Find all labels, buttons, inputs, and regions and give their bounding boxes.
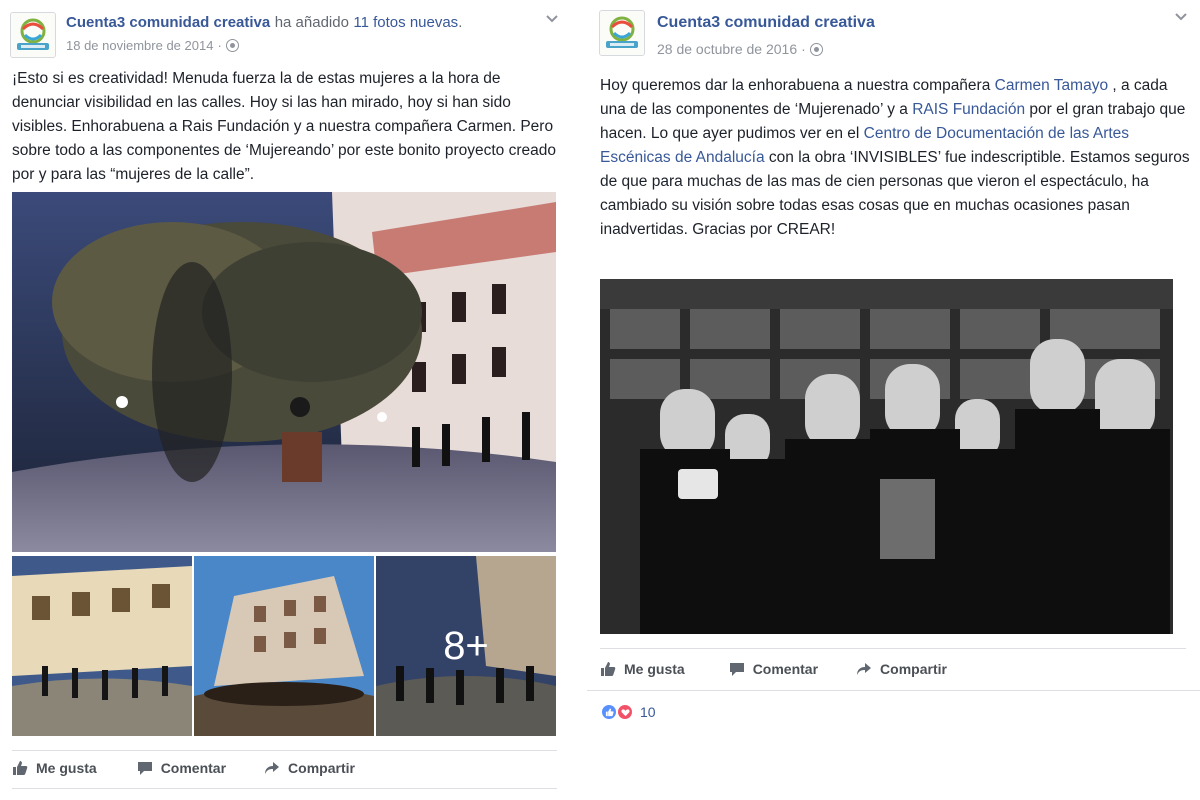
like-button[interactable]: Me gusta bbox=[12, 760, 97, 776]
post-date[interactable]: 18 de noviembre de 2014 bbox=[66, 38, 213, 53]
action-end: . bbox=[458, 14, 463, 31]
avatar[interactable] bbox=[10, 12, 56, 58]
post-date[interactable]: 28 de octubre de 2016 bbox=[657, 41, 797, 57]
action-bar: Me gusta Comentar Compartir bbox=[12, 758, 355, 778]
comment-button[interactable]: Comentar bbox=[137, 760, 226, 776]
meta-separator: · bbox=[217, 38, 222, 53]
chevron-down-icon[interactable] bbox=[545, 14, 559, 24]
comment-icon bbox=[137, 762, 152, 775]
like-button[interactable]: Me gusta bbox=[600, 661, 685, 677]
share-icon bbox=[265, 762, 280, 774]
comment-icon bbox=[729, 663, 744, 676]
photo-thumb-more[interactable]: 8+ bbox=[376, 556, 556, 736]
rais-fundacion-link[interactable]: RAIS Fundación bbox=[912, 101, 1025, 118]
avatar[interactable] bbox=[599, 10, 645, 56]
photo-thumb-1[interactable] bbox=[12, 556, 192, 736]
feed-gap bbox=[571, 0, 587, 800]
post-text: Hoy queremos dar la enhorabuena a nuestr… bbox=[600, 74, 1190, 242]
divider bbox=[12, 750, 557, 751]
page-name-link[interactable]: Cuenta3 comunidad creativa bbox=[66, 14, 270, 31]
carmen-tamayo-link[interactable]: Carmen Tamayo bbox=[995, 77, 1108, 94]
post-header: Cuenta3 comunidad creativa ha añadido 11… bbox=[10, 10, 561, 60]
share-label: Compartir bbox=[880, 661, 947, 677]
photo-main[interactable] bbox=[600, 279, 1173, 634]
share-label: Compartir bbox=[288, 760, 355, 776]
globe-icon bbox=[809, 42, 823, 56]
more-photos-count[interactable]: 8+ bbox=[376, 556, 556, 736]
comment-label: Comentar bbox=[752, 661, 819, 677]
like-label: Me gusta bbox=[624, 661, 685, 677]
meta-separator: · bbox=[801, 41, 806, 57]
post-header: Cuenta3 comunidad creativa 28 de octubre… bbox=[599, 8, 1190, 58]
chevron-down-icon[interactable] bbox=[1174, 12, 1188, 22]
divider bbox=[12, 788, 557, 789]
photo-main[interactable] bbox=[12, 192, 556, 552]
post-right: Cuenta3 comunidad creativa 28 de octubre… bbox=[587, 0, 1200, 800]
like-icon bbox=[13, 761, 28, 775]
divider bbox=[587, 690, 1200, 691]
like-icon bbox=[601, 662, 616, 676]
like-label: Me gusta bbox=[36, 760, 97, 776]
share-button[interactable]: Compartir bbox=[856, 661, 947, 677]
reaction-count[interactable]: 10 bbox=[640, 704, 656, 720]
action-bar: Me gusta Comentar Compartir bbox=[600, 659, 947, 679]
share-icon bbox=[857, 663, 872, 675]
comment-label: Comentar bbox=[160, 760, 227, 776]
page-name-link[interactable]: Cuenta3 comunidad creativa bbox=[657, 14, 875, 31]
share-button[interactable]: Compartir bbox=[264, 760, 355, 776]
post-left: Cuenta3 comunidad creativa ha añadido 11… bbox=[0, 0, 572, 800]
love-reaction-icon bbox=[616, 703, 634, 721]
action-text: ha añadido bbox=[274, 14, 349, 31]
comment-button[interactable]: Comentar bbox=[729, 661, 818, 677]
divider bbox=[600, 648, 1186, 649]
reactions-summary[interactable]: 10 bbox=[600, 703, 656, 721]
globe-icon bbox=[225, 39, 239, 52]
photos-link[interactable]: 11 fotos nuevas bbox=[353, 14, 458, 31]
photo-thumb-2[interactable] bbox=[194, 556, 374, 736]
post-text-part: Hoy queremos dar la enhorabuena a nuestr… bbox=[600, 77, 995, 94]
post-text: ¡Esto si es creatividad! Menuda fuerza l… bbox=[12, 70, 556, 183]
